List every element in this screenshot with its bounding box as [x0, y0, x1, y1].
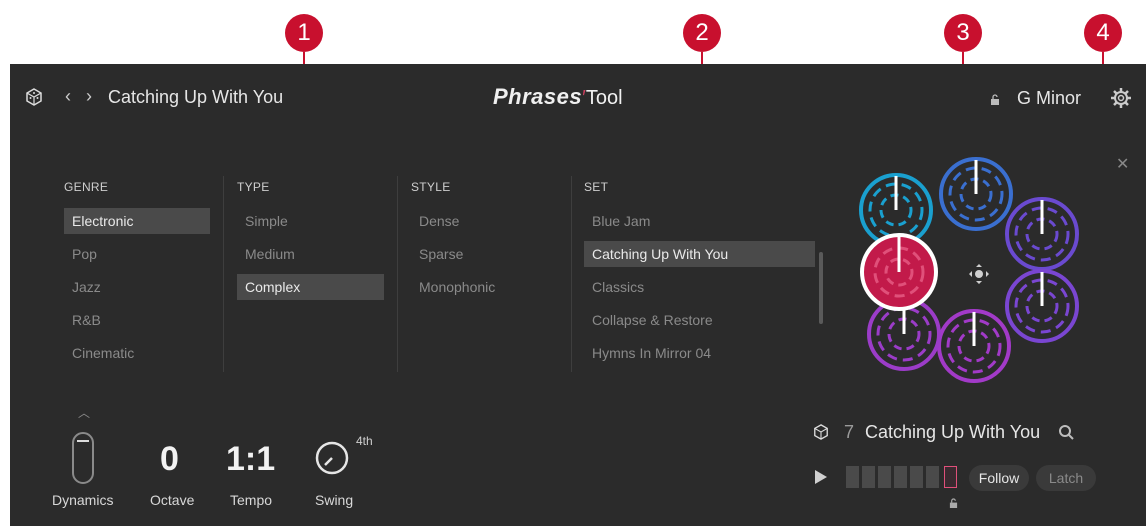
- genre-item-cinematic[interactable]: Cinematic: [64, 340, 210, 366]
- dice-icon[interactable]: [813, 424, 829, 445]
- octave-label: Octave: [150, 492, 195, 508]
- set-item-collapse-restore[interactable]: Collapse & Restore: [584, 307, 815, 333]
- set-item-blue-jam[interactable]: Blue Jam: [584, 208, 815, 234]
- set-list-scrollbar[interactable]: [819, 252, 823, 324]
- style-header: STYLE: [411, 180, 451, 194]
- type-item-medium[interactable]: Medium: [237, 241, 384, 267]
- type-header: TYPE: [237, 180, 270, 194]
- phrase-slot-blue[interactable]: [939, 157, 1013, 231]
- step-active[interactable]: [944, 466, 957, 488]
- callout-4: 4: [1084, 14, 1122, 52]
- type-item-simple[interactable]: Simple: [237, 208, 384, 234]
- move-icon[interactable]: [969, 264, 989, 284]
- callout-1: 1: [285, 14, 323, 52]
- lock-icon[interactable]: [949, 496, 958, 514]
- style-item-sparse[interactable]: Sparse: [411, 241, 558, 267]
- callout-2: 2: [683, 14, 721, 52]
- phrase-wheel[interactable]: [846, 156, 1086, 386]
- step[interactable]: [862, 466, 875, 488]
- step[interactable]: [926, 466, 939, 488]
- pattern-steps[interactable]: [846, 466, 962, 488]
- genre-item-electronic[interactable]: Electronic: [64, 208, 210, 234]
- close-icon[interactable]: ✕: [1116, 154, 1129, 174]
- step[interactable]: [894, 466, 907, 488]
- key-selector[interactable]: G Minor: [1017, 88, 1081, 109]
- set-title: Catching Up With You: [108, 87, 284, 107]
- column-divider: [571, 176, 572, 372]
- chevron-right-icon[interactable]: ›: [86, 86, 92, 107]
- set-item-catching-up[interactable]: Catching Up With You: [584, 241, 815, 267]
- latch-button[interactable]: Latch: [1036, 465, 1096, 491]
- callout-3: 3: [944, 14, 982, 52]
- set-item-classics[interactable]: Classics: [584, 274, 815, 300]
- phrases-tool-panel: ‹ › Catching Up With You Phrases′Tool G …: [10, 64, 1146, 526]
- swing-resolution[interactable]: 4th: [356, 434, 373, 448]
- app-logo: Phrases′Tool: [493, 84, 623, 109]
- tempo-value[interactable]: 1:1: [226, 440, 275, 479]
- column-divider: [397, 176, 398, 372]
- genre-item-jazz[interactable]: Jazz: [64, 274, 210, 300]
- phrase-name: Catching Up With You: [865, 422, 1041, 442]
- dynamics-slider[interactable]: [72, 432, 94, 484]
- logo-tool: Tool: [585, 87, 623, 109]
- set-item-hymns[interactable]: Hymns In Mirror 04: [584, 340, 815, 366]
- step[interactable]: [878, 466, 891, 488]
- column-divider: [223, 176, 224, 372]
- lock-icon[interactable]: [990, 93, 1000, 111]
- phrase-slot-magenta[interactable]: [937, 309, 1011, 383]
- genre-item-pop[interactable]: Pop: [64, 241, 210, 267]
- set-header: SET: [584, 180, 609, 194]
- chevron-left-icon[interactable]: ‹: [65, 86, 71, 107]
- genre-item-rnb[interactable]: R&B: [64, 307, 210, 333]
- style-item-monophonic[interactable]: Monophonic: [411, 274, 558, 300]
- step[interactable]: [910, 466, 923, 488]
- dice-icon[interactable]: [25, 88, 43, 111]
- step[interactable]: [846, 466, 859, 488]
- chevron-up-icon[interactable]: ︿: [78, 404, 90, 421]
- phrase-slot-selected[interactable]: [860, 233, 938, 311]
- tempo-label: Tempo: [230, 492, 273, 508]
- gear-icon[interactable]: [1110, 87, 1132, 114]
- play-icon[interactable]: [814, 469, 828, 490]
- logo-main: Phrases: [493, 84, 583, 109]
- search-icon[interactable]: [1058, 424, 1075, 446]
- follow-button[interactable]: Follow: [969, 465, 1029, 491]
- genre-header: GENRE: [64, 180, 109, 194]
- swing-label: Swing: [315, 492, 354, 508]
- dynamics-label: Dynamics: [52, 492, 114, 508]
- type-item-complex[interactable]: Complex: [237, 274, 384, 300]
- phrase-number: 7: [844, 422, 855, 442]
- swing-knob[interactable]: [314, 440, 350, 476]
- style-item-dense[interactable]: Dense: [411, 208, 558, 234]
- phrase-slot-violet[interactable]: [1005, 197, 1079, 271]
- phrase-slot-purple[interactable]: [1005, 269, 1079, 343]
- octave-value[interactable]: 0: [160, 440, 179, 479]
